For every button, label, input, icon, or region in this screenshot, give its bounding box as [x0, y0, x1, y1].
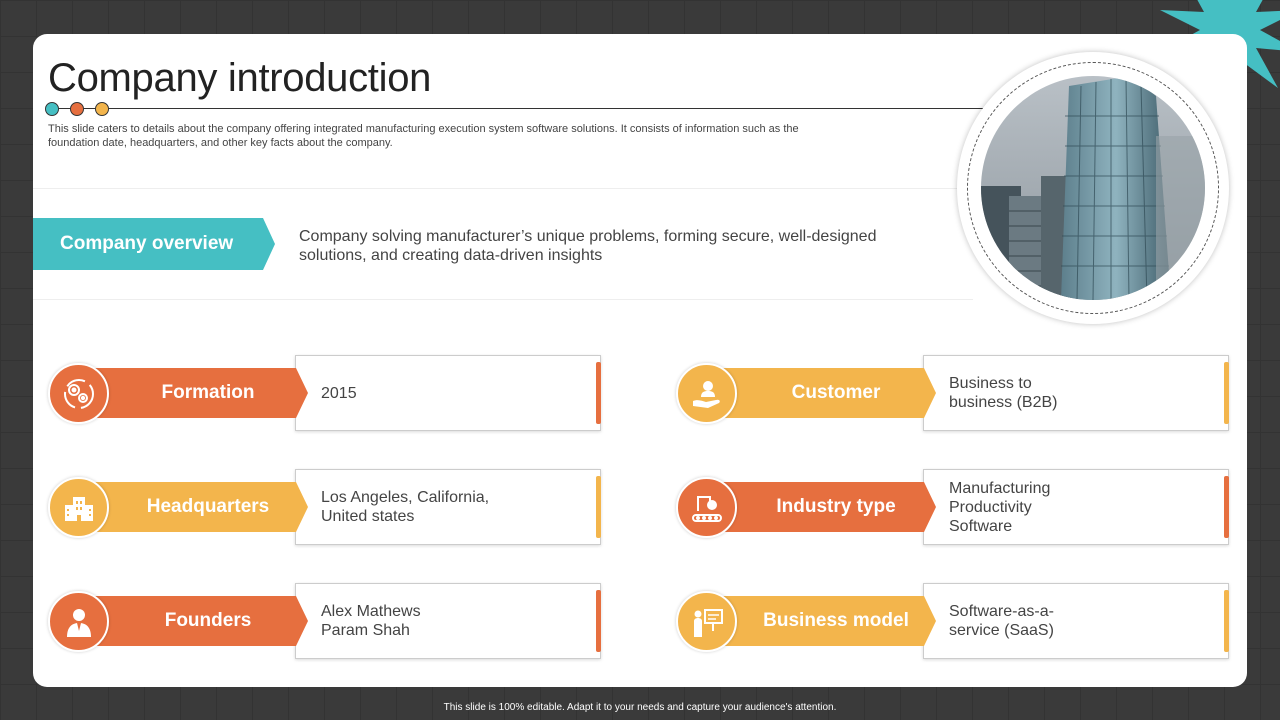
fact-value-line: business (B2B) — [949, 394, 1058, 411]
building-icon — [48, 477, 109, 538]
teal-dot — [45, 102, 59, 116]
fact-value-line: United states — [321, 508, 415, 525]
fact-value-line: Los Angeles, California, — [321, 489, 490, 506]
fact-industry-type: Manufacturing Productivity Software Indu… — [676, 469, 1231, 546]
title-rule — [48, 108, 988, 109]
fact-label: Customer — [706, 368, 936, 418]
accent-bar — [596, 476, 601, 538]
accent-bar — [596, 590, 601, 652]
fact-value-box: Software-as-a- service (SaaS) — [923, 583, 1229, 659]
fact-value: Software-as-a- service (SaaS) — [949, 584, 1054, 658]
fact-label: Founders — [78, 596, 308, 646]
building-photo — [981, 76, 1205, 300]
accent-bar — [596, 362, 601, 424]
fact-value-line: Param Shah — [321, 622, 410, 639]
fact-value-box: Los Angeles, California, United states — [295, 469, 601, 545]
person-icon — [48, 591, 109, 652]
slide-description: This slide caters to details about the c… — [48, 123, 799, 149]
accent-bar — [1224, 362, 1229, 424]
fact-headquarters: Los Angeles, California, United states H… — [48, 469, 603, 546]
fact-label: Headquarters — [78, 482, 308, 532]
fact-business-model: Software-as-a- service (SaaS) Business m… — [676, 583, 1231, 660]
hand-person-icon — [676, 363, 737, 424]
fact-value-line: Software — [949, 517, 1013, 535]
fact-label: Industry type — [706, 482, 936, 532]
company-overview-tag: Company overview — [33, 218, 275, 270]
robot-arm-icon — [676, 477, 737, 538]
accent-bar — [1224, 476, 1229, 538]
fact-value: Business to business (B2B) — [949, 356, 1058, 430]
building-photo-frame — [957, 52, 1229, 324]
gears-icon — [48, 363, 109, 424]
fact-value-line: Manufacturing — [949, 479, 1051, 497]
footer-note: This slide is 100% editable. Adapt it to… — [443, 702, 837, 713]
fact-customer: Business to business (B2B) Customer — [676, 355, 1231, 432]
fact-founders: Alex Mathews Param Shah Founders — [48, 583, 603, 660]
fact-value-line: service (SaaS) — [949, 622, 1054, 639]
fact-value: 2015 — [321, 356, 357, 430]
slide: Company introduction This slide caters t… — [33, 34, 1247, 687]
yellow-dot — [95, 102, 109, 116]
divider — [33, 188, 973, 189]
accent-bar — [1224, 590, 1229, 652]
fact-value-box: 2015 — [295, 355, 601, 431]
fact-value-line: Alex Mathews — [321, 603, 421, 620]
orange-dot — [70, 102, 84, 116]
fact-value-line: Business to — [949, 375, 1032, 392]
fact-formation: 2015 Formation — [48, 355, 603, 432]
fact-value-line: 2015 — [321, 384, 357, 402]
fact-label: Formation — [78, 368, 308, 418]
fact-value-box: Business to business (B2B) — [923, 355, 1229, 431]
page-title: Company introduction — [48, 56, 432, 100]
fact-value: Manufacturing Productivity Software — [949, 470, 1050, 544]
fact-value: Alex Mathews Param Shah — [321, 584, 421, 658]
presentation-icon — [676, 591, 737, 652]
fact-value: Los Angeles, California, United states — [321, 470, 489, 544]
fact-value-line: Software-as-a- — [949, 603, 1054, 620]
fact-value-box: Alex Mathews Param Shah — [295, 583, 601, 659]
fact-value-box: Manufacturing Productivity Software — [923, 469, 1229, 545]
company-overview-text: Company solving manufacturer’s unique pr… — [299, 228, 877, 264]
fact-value-line: Productivity — [949, 498, 1032, 516]
divider — [33, 299, 973, 300]
fact-label: Business model — [706, 596, 936, 646]
